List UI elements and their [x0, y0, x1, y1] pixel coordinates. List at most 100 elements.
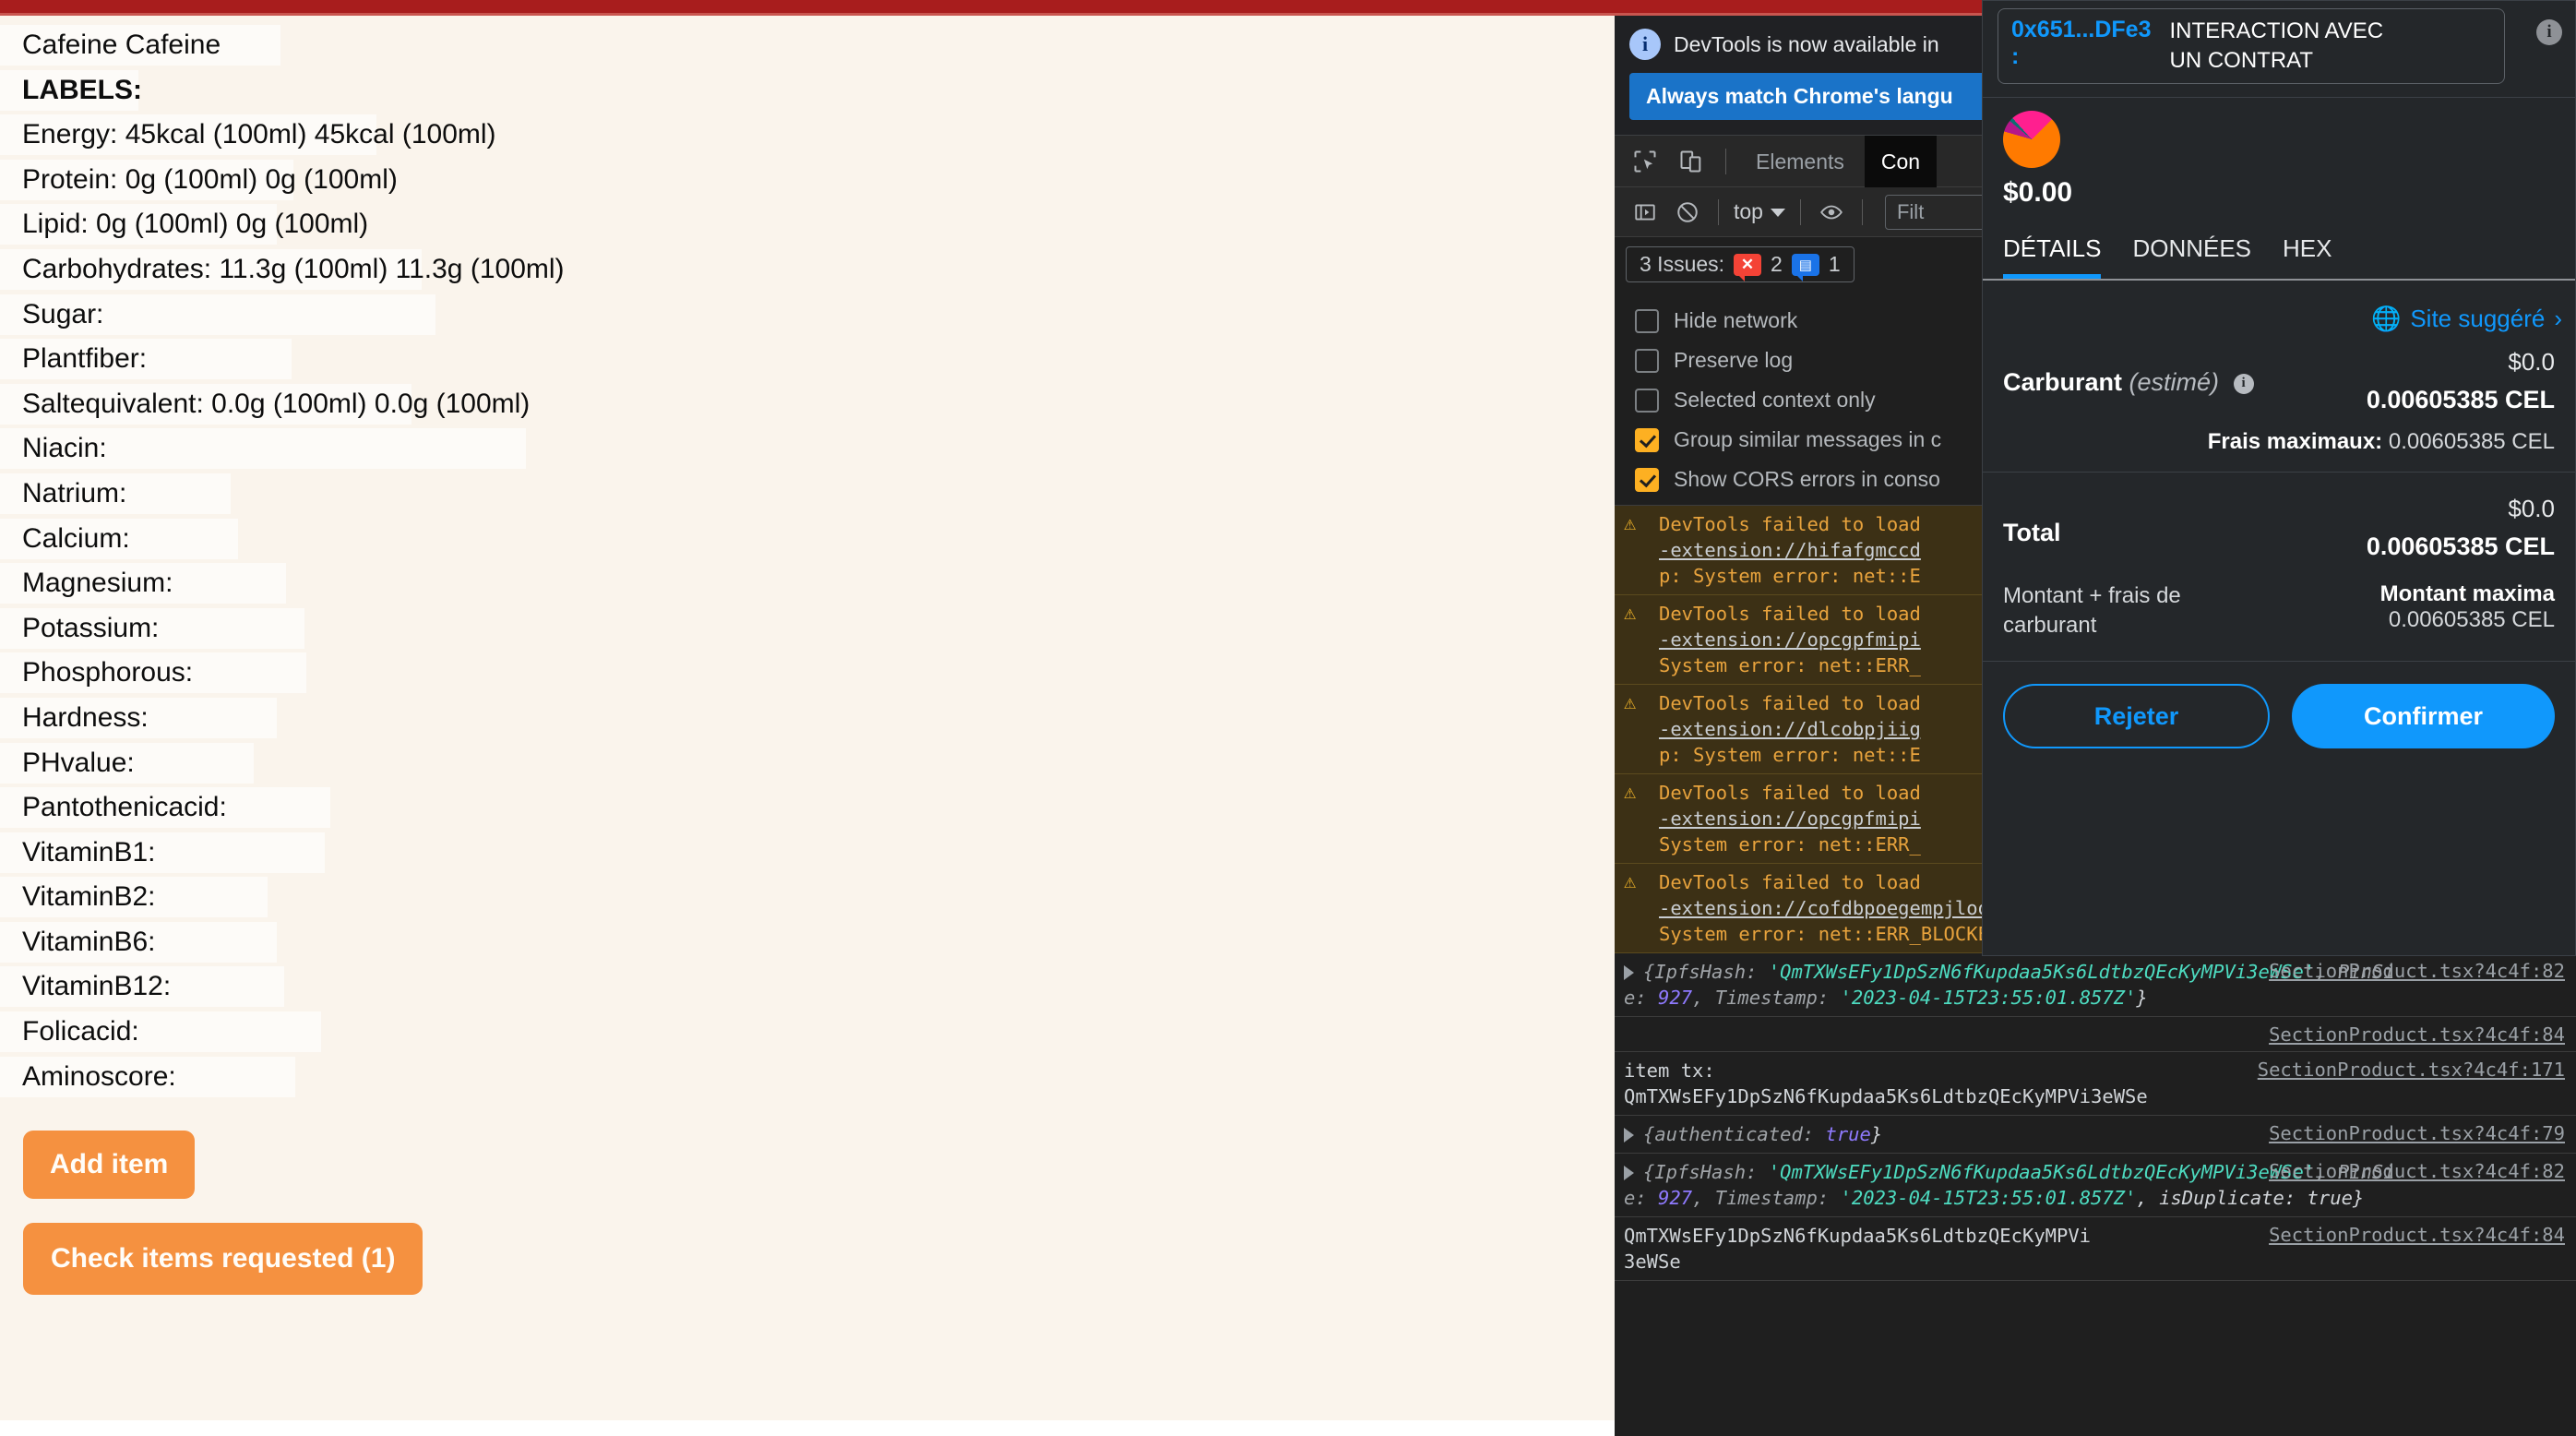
gas-fee-max-label: Frais maximaux: — [2207, 429, 2383, 454]
label-row-text: Pantothenicacid: — [22, 792, 227, 823]
gas-fee-value: 0.00605385 CEL — [2366, 386, 2555, 413]
tab-hex[interactable]: HEX — [2283, 234, 2332, 279]
label-row: Energy: 45kcal (100ml) 45kcal (100ml) — [0, 113, 1615, 158]
label-row: VitaminB6: — [0, 920, 1615, 965]
device-toolbar-icon[interactable] — [1670, 140, 1712, 183]
checkbox[interactable] — [1635, 348, 1659, 373]
console-warning-link[interactable]: -extension://opcgpfmipi — [1659, 808, 1921, 830]
console-warning-text: DevTools failed to load -extension://hifa… — [1659, 513, 1921, 587]
account-identicon — [2003, 111, 2060, 168]
console-source-link[interactable]: SectionProduct.tsx?4c4f:79 — [2269, 1120, 2565, 1146]
label-row: Plantfiber: — [0, 337, 1615, 382]
label-row-text: Calcium: — [22, 522, 130, 554]
warning-icon: ⚠ — [1624, 691, 1637, 714]
live-expression-icon[interactable] — [1810, 191, 1853, 233]
label-row-text: Hardness: — [22, 701, 149, 733]
label-row-text: Potassium: — [22, 612, 160, 643]
info-icon[interactable]: i — [2536, 19, 2562, 45]
console-warning-text: DevTools failed to load -extension://dlco… — [1659, 692, 1921, 766]
label-row-text: Aminoscore: — [22, 1060, 176, 1092]
page-bottom-strip — [0, 1420, 1615, 1436]
console-source-link[interactable]: SectionProduct.tsx?4c4f:171 — [2258, 1057, 2565, 1083]
info-icon: i — [1629, 29, 1661, 60]
metamask-tabs: DÉTAILS DONNÉES HEX — [1983, 218, 2575, 281]
reject-button[interactable]: Rejeter — [2003, 684, 2270, 748]
label-row-text: Energy: 45kcal (100ml) 45kcal (100ml) — [22, 119, 496, 150]
gas-fee-estimated-note: (estimé) — [2129, 368, 2220, 396]
toolbar-divider-3 — [1799, 198, 1801, 225]
add-item-button[interactable]: Add item — [23, 1131, 196, 1200]
console-log-row: {authenticated: true} SectionProduct.tsx?… — [1615, 1116, 2576, 1154]
product-actions: Add item Check items requested (1) — [22, 1131, 1615, 1296]
clear-console-icon[interactable] — [1666, 191, 1709, 233]
issues-error-count: 2 — [1771, 252, 1783, 276]
label-row: VitaminB12: — [0, 964, 1615, 1010]
warning-icon: ⚠ — [1624, 512, 1637, 535]
error-badge-icon: ✕ — [1734, 253, 1762, 281]
label-row-text: Sugar: — [22, 298, 104, 329]
console-text: 3eWSe — [1624, 1251, 1681, 1273]
contract-interaction-label: INTERACTION AVEC UN CONTRAT — [2169, 18, 2384, 73]
toolbar-divider — [1725, 148, 1726, 174]
metamask-actions: Rejeter Confirmer — [1983, 662, 2575, 771]
warning-icon: ⚠ — [1624, 870, 1637, 893]
contract-interaction-chip[interactable]: 0x651...DFe3 : INTERACTION AVEC UN CONTR… — [1998, 8, 2505, 84]
label-row: VitaminB2: — [0, 875, 1615, 920]
label-row-text: VitaminB12: — [22, 971, 172, 1002]
tab-elements[interactable]: Elements — [1739, 136, 1861, 187]
console-warning-link[interactable]: -extension://dlcobpjiig — [1659, 718, 1921, 740]
console-log-row: {IpfsHash: 'QmTXWsEFy1DpSzN6fKupdaa5Ks6L… — [1615, 1154, 2576, 1217]
label-row: Magnesium: — [0, 561, 1615, 606]
label-row-text: Carbohydrates: 11.3g (100ml) 11.3g (100m… — [22, 253, 565, 284]
inspect-element-icon[interactable] — [1624, 140, 1666, 183]
label-row-text: Phosphorous: — [22, 657, 194, 688]
label-row-text: Niacin: — [22, 433, 107, 464]
gas-fee-section: Carburant (estimé) i $0.0 0.00605385 CEL… — [1983, 339, 2575, 473]
checkbox[interactable] — [1635, 427, 1659, 452]
label-row-text: Plantfiber: — [22, 343, 148, 375]
toolbar-divider-2 — [1718, 198, 1719, 225]
tab-console[interactable]: Con — [1864, 135, 1938, 187]
label-row-text: Lipid: 0g (100ml) 0g (100ml) — [22, 209, 369, 240]
label-row-text: Natrium: — [22, 477, 127, 509]
checkbox[interactable] — [1635, 388, 1659, 413]
expand-arrow-icon[interactable] — [1624, 1166, 1634, 1180]
transaction-amount-block: $0.00 — [1983, 98, 2575, 218]
info-icon[interactable]: i — [2233, 373, 2254, 394]
gas-fee-usd: $0.0 — [2508, 348, 2555, 376]
check-items-requested-button[interactable]: Check items requested (1) — [23, 1223, 423, 1296]
label-row: Carbohydrates: 11.3g (100ml) 11.3g (100m… — [0, 247, 1615, 293]
console-source-link[interactable]: SectionProduct.tsx?4c4f:82 — [2269, 1158, 2565, 1184]
checkbox[interactable] — [1635, 467, 1659, 492]
tab-details[interactable]: DÉTAILS — [2003, 234, 2102, 279]
console-warning-link[interactable]: -extension://opcgpfmipi — [1659, 628, 1921, 651]
console-source-link[interactable]: SectionProduct.tsx?4c4f:84 — [2269, 1222, 2565, 1248]
console-warning-link[interactable]: -extension://hifafgmccd — [1659, 539, 1921, 561]
checkbox[interactable] — [1635, 308, 1659, 333]
label-row: VitaminB1: — [0, 831, 1615, 876]
console-sidebar-icon[interactable] — [1624, 191, 1666, 233]
contract-address-colon: : — [2011, 43, 2020, 69]
total-label: Total — [2003, 519, 2061, 546]
context-selector[interactable]: top — [1728, 199, 1791, 224]
label-row-text: VitaminB2: — [22, 881, 156, 913]
label-row-text: VitaminB6: — [22, 926, 156, 957]
expand-arrow-icon[interactable] — [1624, 1128, 1634, 1143]
expand-arrow-icon[interactable] — [1624, 965, 1634, 980]
confirm-button[interactable]: Confirmer — [2292, 684, 2555, 748]
labels-heading-row: LABELS: — [0, 68, 1615, 114]
issues-bar[interactable]: 3 Issues: ✕ 2 ▤ 1 — [1626, 246, 1854, 282]
tab-donnees[interactable]: DONNÉES — [2132, 234, 2251, 279]
gas-fee-max-value: 0.00605385 CEL — [2388, 429, 2555, 454]
console-log-row: QmTXWsEFy1DpSzN6fKupdaa5Ks6LdtbzQEcKyMPV… — [1615, 1217, 2576, 1281]
console-text: QmTXWsEFy1DpSzN6fKupdaa5Ks6LdtbzQEcKyMPV… — [1624, 1085, 2148, 1107]
console-log-row: item tx: QmTXWsEFy1DpSzN6fKupdaa5Ks6Ldtbz… — [1615, 1052, 2576, 1116]
globe-icon: 🌐 — [2370, 305, 2402, 332]
console-source-link[interactable]: SectionProduct.tsx?4c4f:84 — [2269, 1022, 2565, 1047]
console-source-link[interactable]: SectionProduct.tsx?4c4f:82 — [2269, 958, 2565, 984]
label-row: Natrium: — [0, 472, 1615, 517]
metamask-confirmation-popup: 0x651...DFe3 : INTERACTION AVEC UN CONTR… — [1982, 0, 2576, 956]
total-sub-label: Montant + frais de carburant — [2003, 583, 2181, 638]
suggested-site-row[interactable]: 🌐 Site suggéré › — [1983, 281, 2575, 339]
chevron-down-icon — [1770, 209, 1785, 218]
